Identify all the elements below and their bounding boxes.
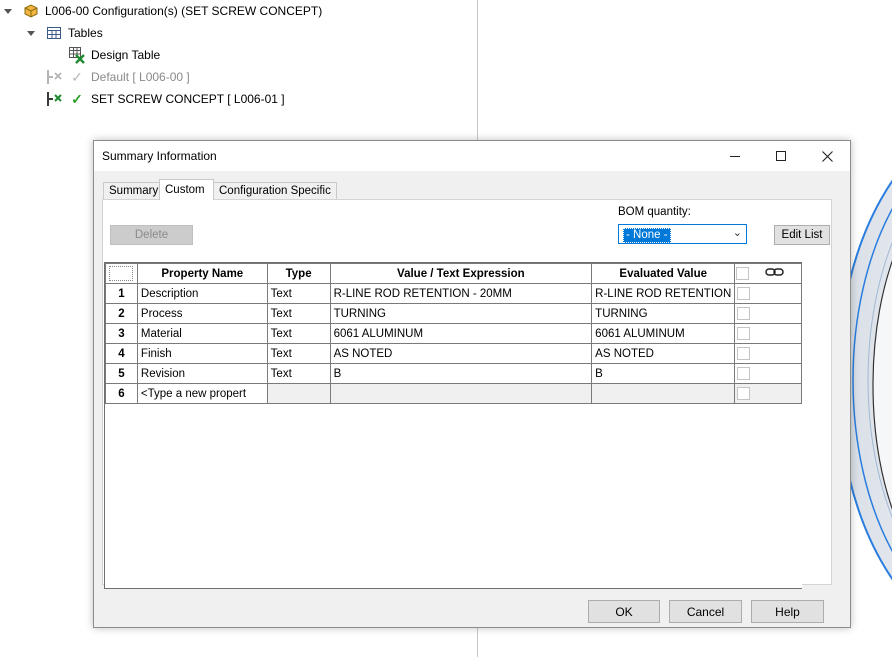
tree-config-active-label: SET SCREW CONCEPT [ L006-01 ] — [91, 92, 285, 106]
link-icon — [765, 268, 784, 276]
cell-property-name[interactable]: Finish — [136, 343, 268, 364]
select-all-checkbox[interactable] — [736, 267, 750, 280]
cell-value[interactable] — [329, 383, 593, 404]
row-number[interactable]: 2 — [105, 303, 138, 324]
bom-quantity-select[interactable]: - None - ⌄ — [618, 224, 747, 244]
design-table-icon — [68, 46, 86, 64]
cell-property-name[interactable]: Revision — [136, 363, 268, 384]
header-evaluated-value[interactable]: Evaluated Value — [591, 263, 736, 284]
cell-evaluated: R-LINE ROD RETENTION — [591, 283, 736, 304]
cell-link[interactable] — [734, 303, 802, 324]
custom-properties-grid[interactable]: Property Name Type Value / Text Expressi… — [104, 262, 803, 589]
bom-quantity-value: - None - — [623, 228, 671, 243]
tree-config-default-row[interactable]: ✓ Default [ L006-00 ] — [45, 67, 190, 87]
row-number[interactable]: 1 — [105, 283, 138, 304]
ok-button[interactable]: OK — [588, 600, 660, 623]
cell-property-name[interactable]: Process — [136, 303, 268, 324]
cell-evaluated: B — [591, 363, 736, 384]
cell-link[interactable] — [734, 363, 802, 384]
table-row[interactable]: 2 Process Text TURNING TURNING — [105, 303, 802, 324]
table-row[interactable]: 5 Revision Text B B — [105, 363, 802, 384]
header-link[interactable] — [749, 263, 803, 284]
cell-evaluated: 6061 ALUMINUM — [591, 323, 736, 344]
config-active-icon — [45, 90, 63, 108]
cell-link[interactable] — [734, 283, 802, 304]
cell-value[interactable]: AS NOTED — [329, 343, 593, 364]
tree-design-table-row[interactable]: Design Table — [68, 45, 160, 65]
properties-table: Property Name Type Value / Text Expressi… — [105, 263, 803, 404]
cell-evaluated: TURNING — [591, 303, 736, 324]
header-value-text-expression[interactable]: Value / Text Expression — [329, 263, 593, 284]
part-config-icon — [22, 2, 40, 20]
chevron-down-icon: ⌄ — [732, 227, 742, 239]
dialog-titlebar[interactable]: Summary Information — [94, 141, 850, 171]
row-checkbox[interactable] — [737, 387, 751, 400]
row-checkbox[interactable] — [737, 327, 751, 340]
tree-config-default-label: Default [ L006-00 ] — [91, 70, 190, 84]
cell-property-name[interactable]: Material — [136, 323, 268, 344]
config-inactive-icon — [45, 68, 63, 86]
cell-type[interactable]: Text — [266, 283, 331, 304]
table-row[interactable]: 1 Description Text R-LINE ROD RETENTION … — [105, 283, 802, 304]
cell-value[interactable]: 6061 ALUMINUM — [329, 323, 593, 344]
tree-design-table-label: Design Table — [91, 48, 161, 62]
cell-evaluated — [591, 383, 736, 404]
tree-root-row[interactable]: L006-00 Configuration(s) (SET SCREW CONC… — [4, 1, 322, 21]
cell-property-name[interactable]: Description — [136, 283, 268, 304]
tree-tables-label: Tables — [68, 26, 103, 40]
row-checkbox[interactable] — [737, 367, 751, 380]
close-button[interactable] — [804, 141, 850, 171]
row-number[interactable]: 4 — [105, 343, 138, 364]
tree-root-label: L006-00 Configuration(s) (SET SCREW CONC… — [45, 4, 323, 18]
cell-type[interactable] — [266, 383, 331, 404]
check-active-icon: ✓ — [71, 90, 83, 107]
header-property-name[interactable]: Property Name — [136, 263, 268, 284]
header-type[interactable]: Type — [266, 263, 331, 284]
cell-value[interactable]: TURNING — [329, 303, 593, 324]
table-row[interactable]: 4 Finish Text AS NOTED AS NOTED — [105, 343, 802, 364]
cell-type[interactable]: Text — [266, 363, 331, 384]
grid-corner[interactable] — [105, 263, 138, 284]
delete-button[interactable]: Delete — [110, 225, 193, 245]
cell-link[interactable] — [734, 343, 802, 364]
row-checkbox[interactable] — [737, 287, 751, 300]
bom-quantity-label: BOM quantity: — [618, 206, 691, 218]
row-checkbox[interactable] — [737, 307, 751, 320]
cell-evaluated: AS NOTED — [591, 343, 736, 364]
table-row[interactable]: 3 Material Text 6061 ALUMINUM 6061 ALUMI… — [105, 323, 802, 344]
help-button[interactable]: Help — [751, 600, 824, 623]
cell-type[interactable]: Text — [266, 343, 331, 364]
check-inactive-icon: ✓ — [71, 68, 83, 85]
tab-custom[interactable]: Custom — [159, 179, 214, 200]
tree-config-active-row[interactable]: ✓ SET SCREW CONCEPT [ L006-01 ] — [45, 89, 285, 109]
edit-list-button[interactable]: Edit List — [774, 225, 830, 245]
cancel-button[interactable]: Cancel — [669, 600, 742, 623]
table-icon — [45, 24, 63, 42]
cell-type[interactable]: Text — [266, 323, 331, 344]
minimize-button[interactable] — [712, 141, 758, 171]
dialog-title: Summary Information — [102, 149, 217, 163]
row-number[interactable]: 6 — [105, 383, 138, 404]
cell-link[interactable] — [734, 383, 802, 404]
maximize-icon — [776, 151, 786, 161]
table-row-new[interactable]: 6 <Type a new propert — [105, 383, 802, 404]
summary-information-dialog: Summary Information Summary Custom Confi… — [93, 140, 851, 628]
row-number[interactable]: 5 — [105, 363, 138, 384]
cell-value[interactable]: R-LINE ROD RETENTION - 20MM — [329, 283, 593, 304]
minimize-icon — [730, 156, 740, 157]
tree-tables-row[interactable]: Tables — [27, 23, 103, 43]
close-icon — [821, 150, 833, 162]
expand-chevron-icon[interactable] — [4, 8, 12, 14]
maximize-button[interactable] — [758, 141, 804, 171]
cell-value[interactable]: B — [329, 363, 593, 384]
header-select-all[interactable] — [734, 263, 750, 284]
cell-property-name[interactable]: <Type a new propert — [136, 383, 268, 404]
row-number[interactable]: 3 — [105, 323, 138, 344]
row-checkbox[interactable] — [737, 347, 751, 360]
expand-chevron-icon[interactable] — [27, 30, 35, 36]
tab-summary[interactable]: Summary — [103, 182, 160, 199]
cell-link[interactable] — [734, 323, 802, 344]
cell-type[interactable]: Text — [266, 303, 331, 324]
tab-configuration-specific[interactable]: Configuration Specific — [213, 182, 337, 199]
